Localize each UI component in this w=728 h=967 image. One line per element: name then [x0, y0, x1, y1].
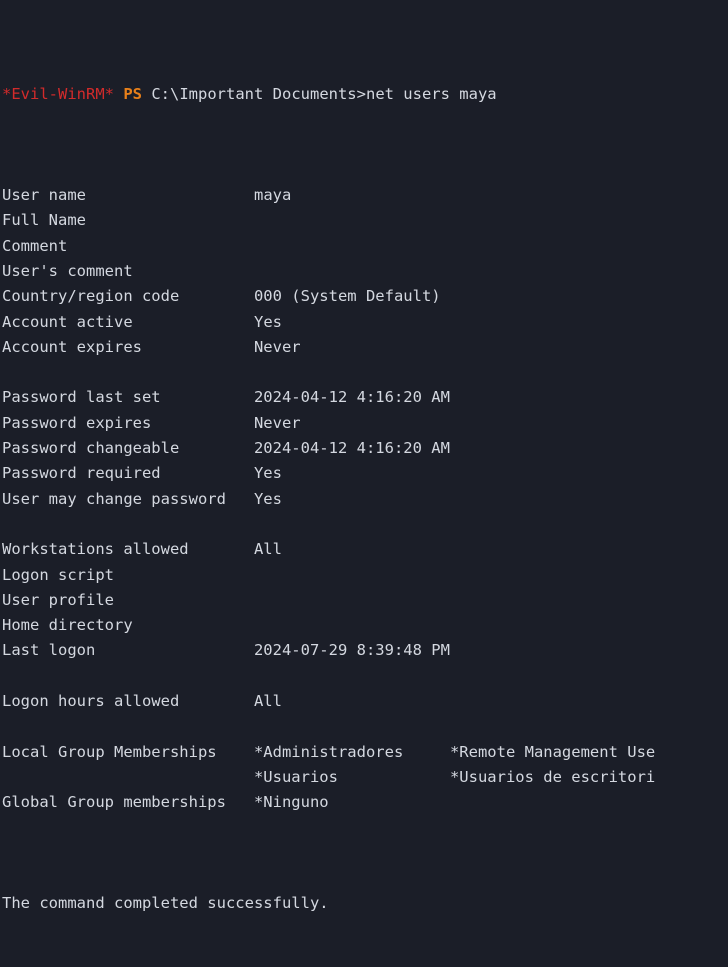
row-label: Password changeable [2, 439, 180, 458]
row-value: *Usuarios [253, 767, 338, 786]
row-value: Yes [253, 312, 282, 331]
table-row: Logon script [2, 563, 728, 588]
table-row: Local Group Memberships *Administradores… [2, 740, 728, 765]
status-line: The command completed successfully. [2, 894, 329, 913]
table-row: Logon hours allowed All [2, 689, 728, 714]
table-row: Country/region code 000 (System Default) [2, 284, 728, 309]
row-label: Country/region code [2, 287, 180, 306]
table-row: Password expires Never [2, 411, 728, 436]
row-label: Home directory [2, 616, 133, 635]
row-value: All [253, 540, 282, 559]
prompt-command: net users maya [365, 84, 497, 103]
row-value: maya [253, 186, 292, 205]
row-value: 2024-04-12 4:16:20 AM [253, 388, 450, 407]
table-row: Password required Yes [2, 461, 728, 486]
row-label: Password expires [2, 413, 152, 432]
row-label: User name [2, 186, 86, 205]
table-row: Workstations allowed All [2, 537, 728, 562]
table-row: User profile [2, 588, 728, 613]
row-value: 2024-07-29 8:39:48 PM [253, 641, 450, 660]
row-value: 2024-04-12 4:16:20 AM [253, 439, 450, 458]
prompt-path: C:\Important Documents> [151, 84, 366, 103]
powershell-marker: PS [123, 84, 142, 103]
table-row: *Usuarios *Usuarios de escritori [2, 765, 728, 790]
row-label: Account expires [2, 337, 142, 356]
row-value-secondary: *Usuarios de escritori [449, 767, 656, 786]
row-value: Yes [253, 489, 282, 508]
table-row: User name maya [2, 183, 728, 208]
row-label: Password last set [2, 388, 161, 407]
terminal-output-pane[interactable]: *Evil-WinRM* PS C:\Important Documents>n… [0, 0, 728, 912]
evil-winrm-shell-tag: *Evil-WinRM* [2, 84, 114, 103]
row-value: Yes [253, 464, 282, 483]
row-value: 000 (System Default) [253, 287, 441, 306]
row-label: Local Group Memberships [2, 742, 217, 761]
row-label: User may change password [2, 489, 226, 508]
row-label: Password required [2, 464, 161, 483]
table-row: Global Group memberships *Ninguno [2, 790, 728, 815]
table-row: Last logon 2024-07-29 8:39:48 PM [2, 638, 728, 663]
table-row: Account active Yes [2, 310, 728, 335]
row-label: Account active [2, 312, 133, 331]
row-label: Global Group memberships [2, 793, 226, 812]
prompt-line: *Evil-WinRM* PS C:\Important Documents>n… [2, 82, 728, 107]
table-row: Home directory [2, 613, 728, 638]
row-label: User's comment [2, 261, 133, 280]
table-row: Account expires Never [2, 335, 728, 360]
row-value: *Administradores [253, 742, 404, 761]
row-value: *Ninguno [253, 793, 329, 812]
net-user-detail-rows: User name maya Full Name Comment User's c… [2, 183, 728, 815]
prompt-space-2 [142, 85, 151, 103]
row-label: Logon hours allowed [2, 692, 180, 711]
row-value: All [253, 692, 282, 711]
row-label: Full Name [2, 211, 86, 230]
row-value: Never [253, 337, 301, 356]
table-row: Comment [2, 234, 728, 259]
table-row: User may change password Yes [2, 487, 728, 512]
row-label: User profile [2, 590, 114, 609]
row-label: Logon script [2, 565, 114, 584]
row-label: Workstations allowed [2, 540, 189, 559]
row-value: Never [253, 413, 301, 432]
row-label: Comment [2, 236, 68, 255]
table-row: Full Name [2, 208, 728, 233]
row-label: Last logon [2, 641, 96, 660]
table-row: Password changeable 2024-04-12 4:16:20 A… [2, 436, 728, 461]
table-row: Password last set 2024-04-12 4:16:20 AM [2, 385, 728, 410]
prompt-space-1 [114, 85, 123, 103]
table-row: User's comment [2, 259, 728, 284]
row-value-secondary: *Remote Management Use [449, 742, 656, 761]
